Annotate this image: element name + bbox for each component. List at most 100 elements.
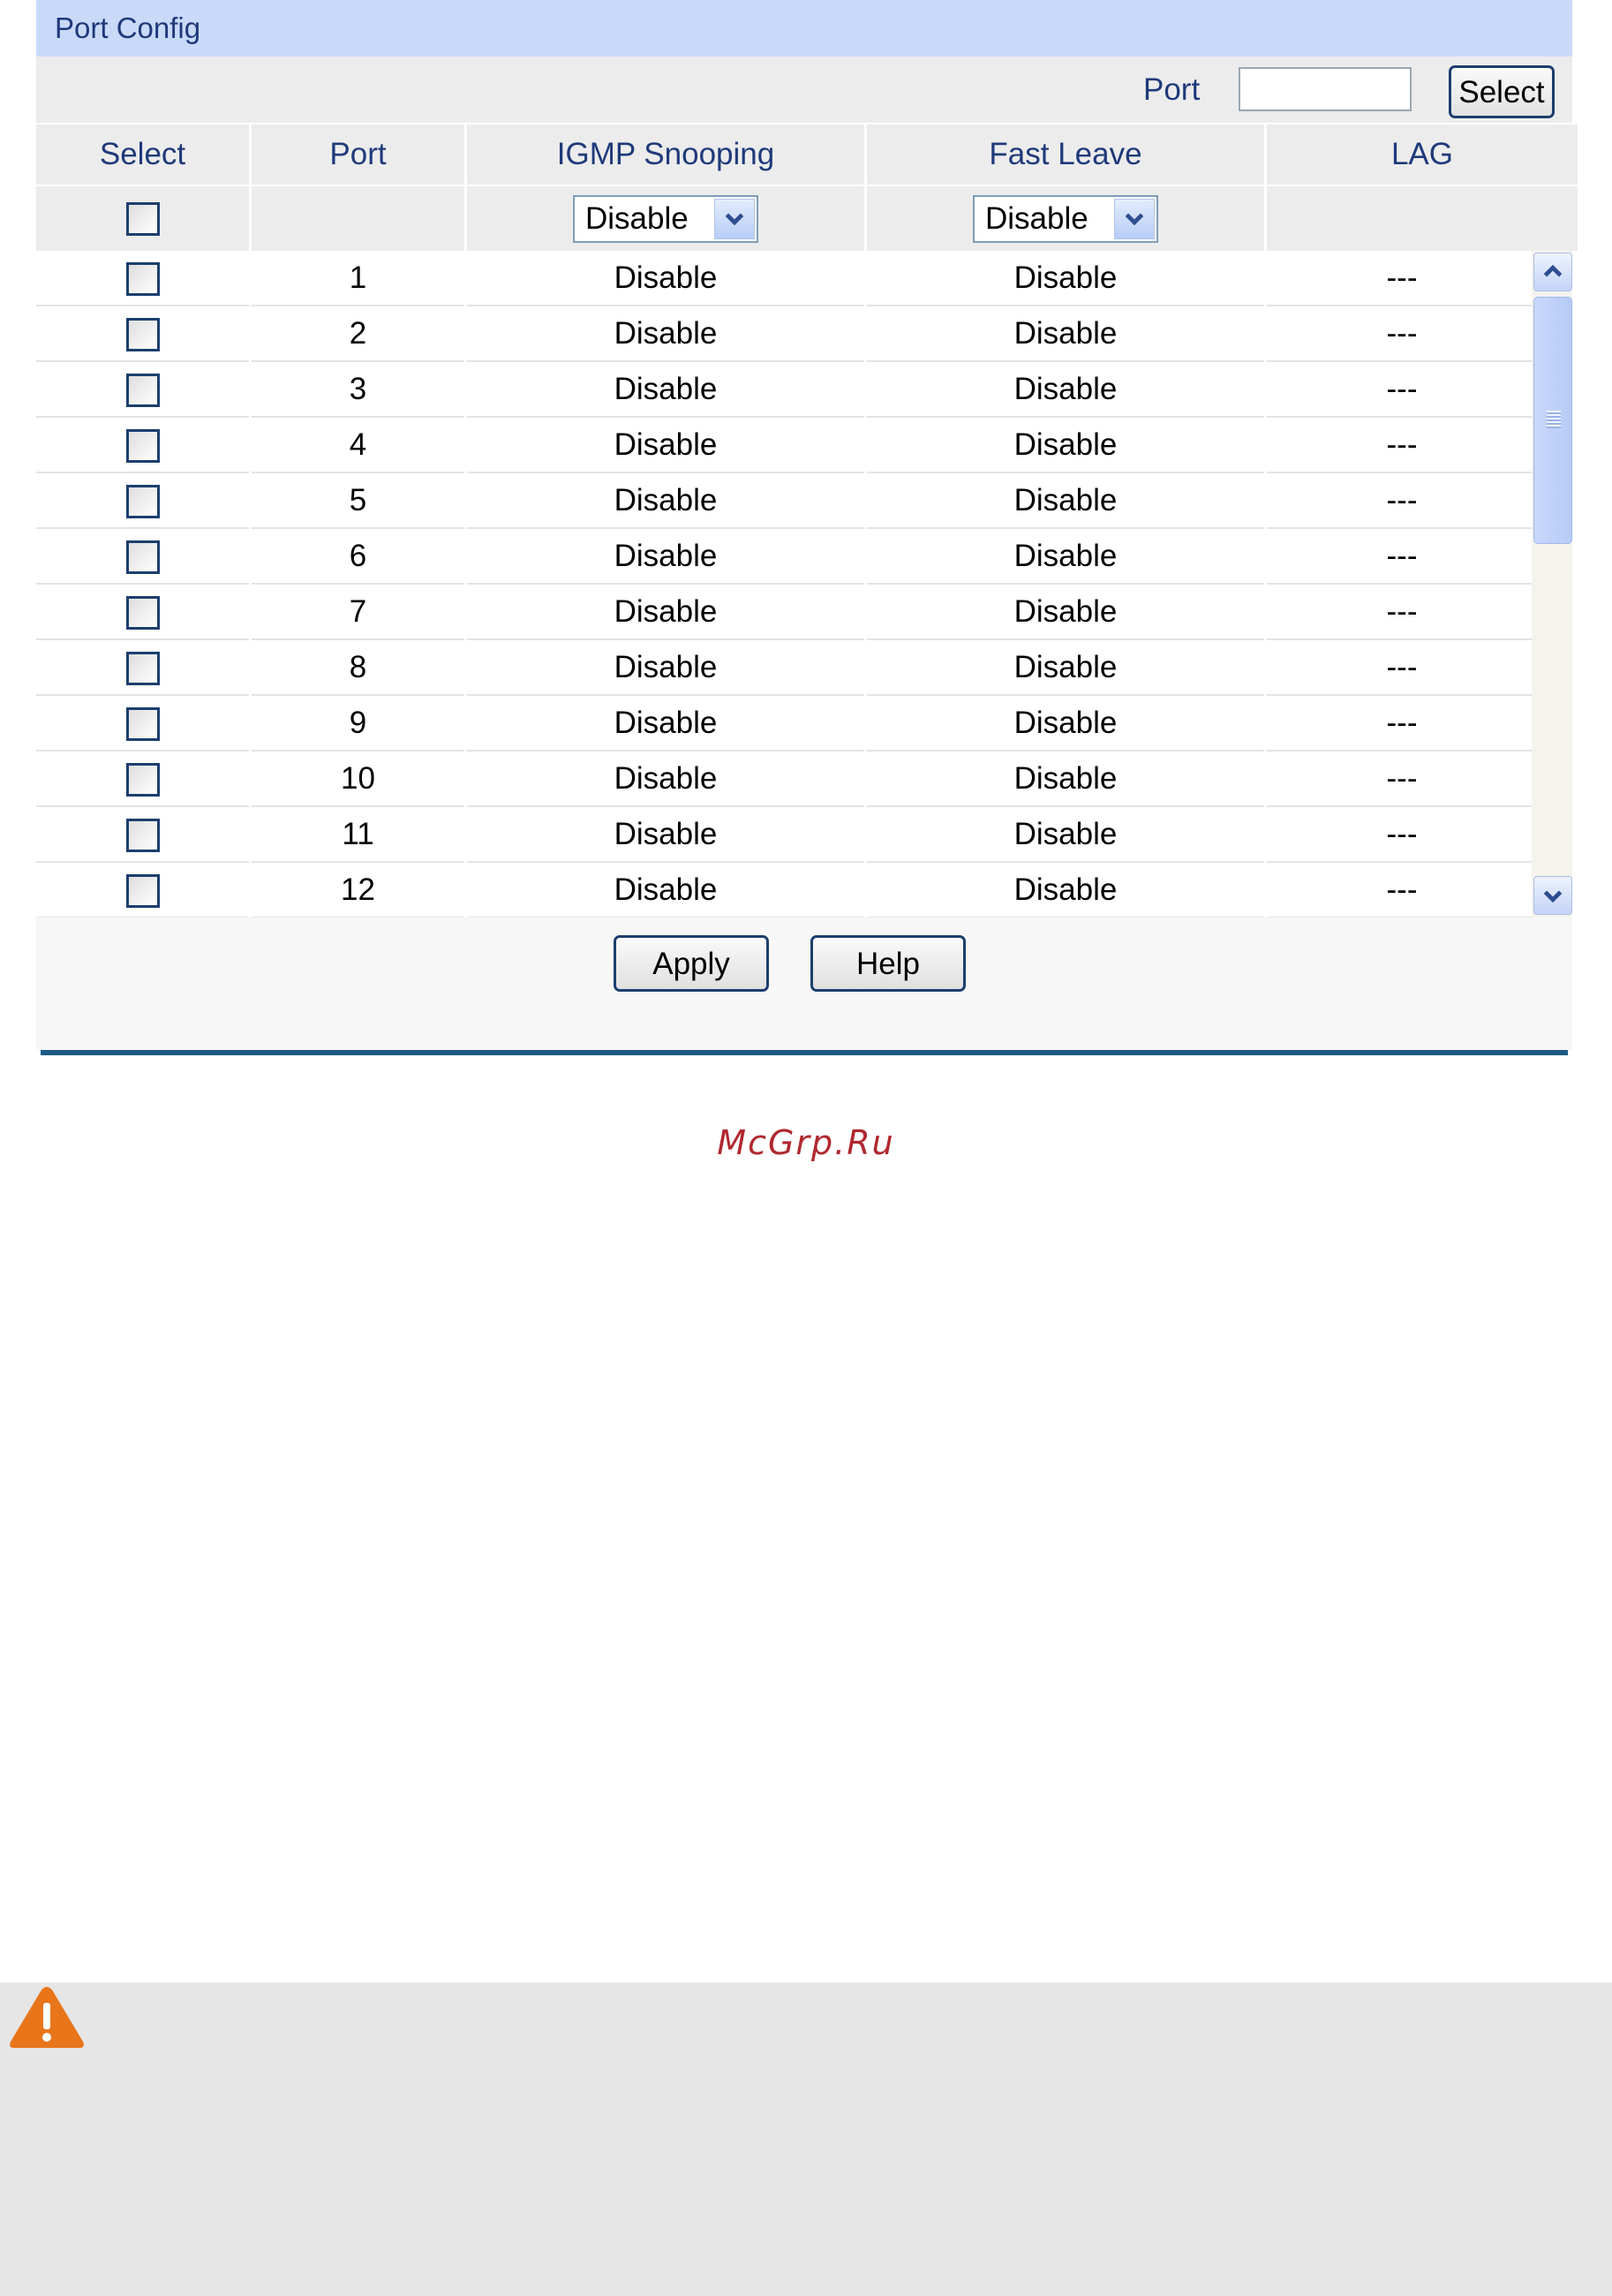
bulk-port-cell: [252, 186, 464, 251]
row-checkbox[interactable]: [125, 373, 160, 407]
row-checkbox[interactable]: [125, 706, 160, 741]
scrollbar-thumb[interactable]: [1533, 297, 1572, 544]
igmp-snooping-select-value: Disable: [585, 200, 689, 236]
port-table-body: 1 Disable Disable --- 2 Disable Disable --- 3 Dis…: [36, 251, 1540, 918]
row-fast-leave: Disable: [867, 751, 1264, 807]
row-checkbox[interactable]: [125, 261, 160, 296]
row-fast-leave: Disable: [867, 362, 1264, 418]
table-row: 5 Disable Disable ---: [36, 473, 1537, 529]
row-fast-leave: Disable: [867, 251, 1264, 306]
row-lag: ---: [1267, 807, 1537, 863]
bulk-lag-cell: [1267, 186, 1578, 251]
select-port-button[interactable]: Select: [1449, 65, 1555, 118]
port-input[interactable]: [1239, 67, 1412, 111]
warning-icon: [10, 1987, 84, 2048]
vertical-scrollbar[interactable]: [1532, 251, 1572, 918]
row-port: 10: [252, 751, 464, 807]
row-checkbox[interactable]: [125, 651, 160, 685]
row-fast-leave: Disable: [867, 473, 1264, 529]
row-checkbox[interactable]: [125, 484, 160, 518]
row-lag: ---: [1267, 640, 1537, 696]
row-igmp-snooping: Disable: [467, 418, 864, 473]
port-list-scroll-area[interactable]: 1 Disable Disable --- 2 Disable Disable --- 3 Dis…: [36, 251, 1572, 918]
row-select-cell: [36, 751, 249, 807]
row-select-cell: [36, 529, 249, 585]
help-button[interactable]: Help: [810, 935, 966, 992]
row-port: 11: [252, 807, 464, 863]
row-checkbox[interactable]: [125, 595, 160, 630]
header-port: Port: [252, 125, 464, 186]
grip-icon: [1547, 411, 1561, 428]
row-igmp-snooping: Disable: [467, 251, 864, 306]
row-checkbox[interactable]: [125, 540, 160, 574]
table-row: 11 Disable Disable ---: [36, 807, 1537, 863]
row-fast-leave: Disable: [867, 807, 1264, 863]
table-row: 4 Disable Disable ---: [36, 418, 1537, 473]
panel-title: Port Config: [36, 0, 1572, 57]
header-row: Select Port IGMP Snooping Fast Leave LAG: [36, 125, 1578, 186]
row-lag: ---: [1267, 473, 1537, 529]
row-igmp-snooping: Disable: [467, 751, 864, 807]
row-port: 3: [252, 362, 464, 418]
action-bar: Apply Help: [36, 918, 1572, 1050]
row-select-cell: [36, 640, 249, 696]
row-igmp-snooping: Disable: [467, 585, 864, 640]
row-port: 9: [252, 696, 464, 751]
row-select-cell: [36, 306, 249, 362]
row-igmp-snooping: Disable: [467, 306, 864, 362]
scroll-up-icon[interactable]: [1533, 253, 1572, 291]
row-checkbox[interactable]: [125, 428, 160, 463]
chevron-down-icon[interactable]: [1114, 198, 1155, 239]
row-fast-leave: Disable: [867, 640, 1264, 696]
port-select-bar: Port Select: [36, 57, 1572, 125]
watermark: McGrp.Ru: [717, 1123, 895, 1162]
row-select-cell: [36, 251, 249, 306]
row-port: 8: [252, 640, 464, 696]
select-all-checkbox[interactable]: [125, 201, 160, 236]
header-select: Select: [36, 125, 249, 186]
row-fast-leave: Disable: [867, 529, 1264, 585]
table-row: 7 Disable Disable ---: [36, 585, 1537, 640]
row-port: 4: [252, 418, 464, 473]
table-row: 6 Disable Disable ---: [36, 529, 1537, 585]
table-row: 1 Disable Disable ---: [36, 251, 1537, 306]
row-lag: ---: [1267, 251, 1537, 306]
row-checkbox[interactable]: [125, 762, 160, 797]
header-fast-leave: Fast Leave: [867, 125, 1264, 186]
row-igmp-snooping: Disable: [467, 529, 864, 585]
table-row: 12 Disable Disable ---: [36, 863, 1537, 918]
table-row: 9 Disable Disable ---: [36, 696, 1537, 751]
scroll-down-icon[interactable]: [1533, 876, 1572, 915]
header-lag: LAG: [1267, 125, 1578, 186]
fast-leave-select[interactable]: Disable: [973, 194, 1158, 243]
table-row: 2 Disable Disable ---: [36, 306, 1537, 362]
chevron-down-icon[interactable]: [714, 198, 755, 239]
row-port: 5: [252, 473, 464, 529]
row-igmp-snooping: Disable: [467, 696, 864, 751]
header-igmp-snooping: IGMP Snooping: [467, 125, 864, 186]
row-port: 1: [252, 251, 464, 306]
warning-note-box: [0, 1983, 1612, 2296]
row-checkbox[interactable]: [125, 818, 160, 852]
row-lag: ---: [1267, 362, 1537, 418]
apply-button[interactable]: Apply: [614, 935, 769, 992]
row-checkbox[interactable]: [125, 317, 160, 351]
row-select-cell: [36, 418, 249, 473]
row-lag: ---: [1267, 529, 1537, 585]
row-port: 12: [252, 863, 464, 918]
row-select-cell: [36, 863, 249, 918]
fast-leave-select-value: Disable: [985, 200, 1088, 236]
row-lag: ---: [1267, 751, 1537, 807]
row-select-cell: [36, 696, 249, 751]
row-select-cell: [36, 585, 249, 640]
port-select-label: Port: [1143, 72, 1201, 107]
table-row: 3 Disable Disable ---: [36, 362, 1537, 418]
row-port: 7: [252, 585, 464, 640]
table-row: 8 Disable Disable ---: [36, 640, 1537, 696]
row-lag: ---: [1267, 585, 1537, 640]
row-checkbox[interactable]: [125, 873, 160, 908]
row-fast-leave: Disable: [867, 306, 1264, 362]
igmp-snooping-select[interactable]: Disable: [573, 194, 758, 243]
row-fast-leave: Disable: [867, 418, 1264, 473]
row-igmp-snooping: Disable: [467, 640, 864, 696]
